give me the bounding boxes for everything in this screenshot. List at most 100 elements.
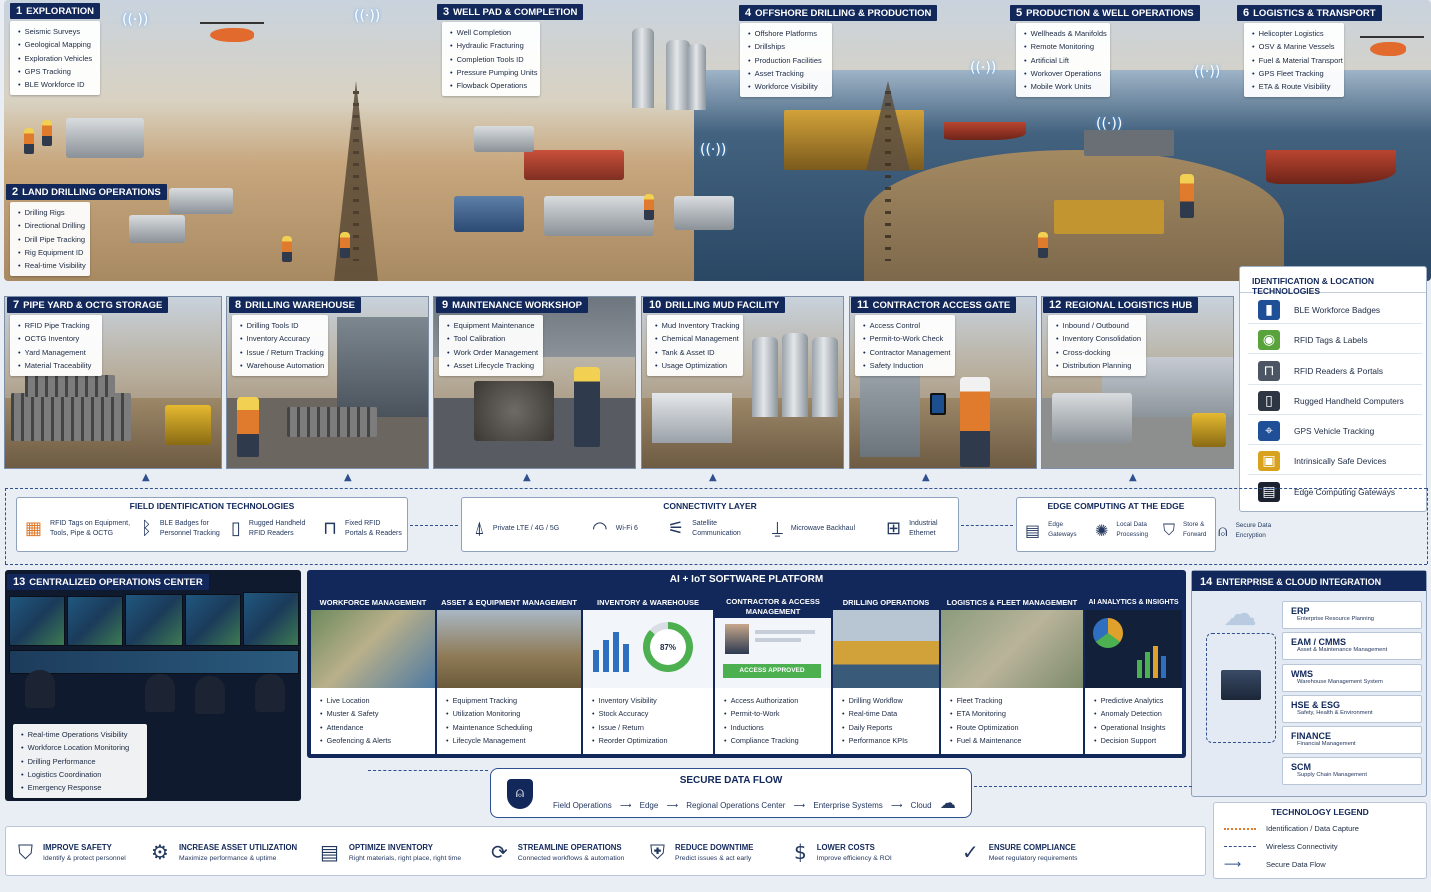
gear-icon: ⚙ bbox=[151, 840, 169, 864]
id-card-thumbnail: ACCESS APPROVED bbox=[715, 618, 831, 688]
section-6-list: Helicopter LogisticsOSV & Marine Vessels… bbox=[1244, 23, 1344, 98]
equipment-thumbnail bbox=[437, 610, 581, 688]
id-tech-item: ▯ Rugged Handheld Computers bbox=[1248, 388, 1422, 415]
edge-title: EDGE COMPUTING AT THE EDGE bbox=[1047, 501, 1185, 511]
module-drilling-ops[interactable]: DRILLING OPERATIONS Drilling WorkflowRea… bbox=[833, 594, 939, 754]
section-13-list: Real-time Operations VisibilityWorkforce… bbox=[13, 724, 147, 799]
safety-icon: ⛉ bbox=[18, 840, 33, 864]
operator bbox=[255, 674, 285, 712]
video-wall-screen bbox=[185, 594, 241, 646]
enterprise-cloud: 14 ENTERPRISE & CLOUD INTEGRATION ☁ ERP En… bbox=[1191, 570, 1427, 797]
secure-flow-steps: Field Operations ⟶ Edge ⟶ Regional Opera… bbox=[553, 793, 956, 812]
up-arrow-icon: ▲ bbox=[142, 472, 150, 483]
worker bbox=[24, 128, 34, 154]
module-workforce[interactable]: WORKFORCE MANAGEMENT Live LocationMuster… bbox=[311, 594, 435, 754]
system-hse[interactable]: HSE & ESG Safety, Health & Environment bbox=[1282, 695, 1422, 723]
section-9-list: Equipment MaintenanceTool CalibrationWor… bbox=[439, 315, 543, 377]
connectivity-item: ⍋ Private LTE / 4G / 5G bbox=[474, 518, 560, 539]
section-2-header: 2 LAND DRILLING OPERATIONS bbox=[6, 184, 167, 200]
gauge-value: 87% bbox=[650, 629, 686, 665]
worker bbox=[282, 236, 292, 262]
id-tech-item: ◉ RFID Tags & Labels bbox=[1248, 327, 1422, 354]
id-tech-item: ⊓ RFID Readers & Portals bbox=[1248, 358, 1422, 385]
section-9-header: 9 MAINTENANCE WORKSHOP bbox=[436, 297, 588, 313]
rfid-tag-icon: ◉ bbox=[1258, 330, 1280, 350]
server-icon bbox=[1221, 670, 1261, 700]
section-4-header: 4 OFFSHORE DRILLING & PRODUCTION bbox=[739, 5, 938, 21]
system-erp[interactable]: ERP Enterprise Resource Planning bbox=[1282, 601, 1422, 629]
edge-item: ⍝ Secure Data Encryption bbox=[1218, 521, 1272, 540]
field-id-title: FIELD IDENTIFICATION TECHNOLOGIES bbox=[129, 501, 295, 511]
cloud-stack: ☁ bbox=[1206, 594, 1276, 743]
wifi-signal-icon: ((·)) bbox=[970, 60, 997, 76]
section-6-header: 6 LOGISTICS & TRANSPORT bbox=[1237, 5, 1382, 21]
arrow-right-icon: ⟶ bbox=[619, 801, 632, 810]
cell-tower-icon: ⍋ bbox=[474, 518, 485, 539]
connector-line bbox=[5, 488, 6, 564]
module-ai-analytics[interactable]: AI ANALYTICS & INSIGHTS Predictive Analy… bbox=[1085, 594, 1182, 754]
oilfield-scene: ((·)) ((·)) ((·)) ((·)) ((·)) ((·)) bbox=[4, 0, 1431, 281]
badge-icon: ▮ bbox=[1258, 300, 1280, 320]
section-2-list: Drilling RigsDirectional DrillingDrill P… bbox=[10, 202, 90, 277]
section-5-list: Wellheads & ManifoldsRemote MonitoringAr… bbox=[1016, 23, 1110, 98]
map-thumbnail bbox=[311, 610, 435, 688]
rig-trailer bbox=[129, 215, 185, 243]
system-wms[interactable]: WMS Warehouse Management System bbox=[1282, 664, 1422, 692]
up-arrow-icon: ▲ bbox=[1129, 472, 1137, 483]
bluetooth-icon: ᛒ bbox=[141, 518, 152, 539]
legend-title: TECHNOLOGY LEGEND bbox=[1271, 807, 1369, 817]
dashed-line-swatch bbox=[1224, 846, 1256, 847]
arrow-swatch-icon: ⟶ bbox=[1224, 857, 1242, 871]
section-7-list: RFID Pipe TrackingOCTG InventoryYard Man… bbox=[10, 315, 102, 377]
video-wall-screen bbox=[67, 596, 123, 646]
shield-icon: ⛨ bbox=[650, 840, 665, 864]
section-7-header: 7 PIPE YARD & OCTG STORAGE bbox=[7, 297, 169, 313]
satellite-icon: ⚟ bbox=[668, 518, 685, 539]
wifi-signal-icon: ((·)) bbox=[1194, 64, 1221, 80]
system-finance[interactable]: FINANCE Financial Management bbox=[1282, 726, 1422, 754]
module-logistics-fleet[interactable]: LOGISTICS & FLEET MANAGEMENT Fleet Track… bbox=[941, 594, 1083, 754]
helicopter bbox=[1360, 36, 1424, 56]
access-approved-badge: ACCESS APPROVED bbox=[723, 664, 821, 678]
chip-icon: ✺ bbox=[1095, 520, 1109, 540]
module-asset-equipment[interactable]: ASSET & EQUIPMENT MANAGEMENT Equipment T… bbox=[437, 594, 581, 754]
pumping-truck bbox=[524, 150, 624, 180]
storage-tank bbox=[688, 44, 706, 110]
connectivity-bus bbox=[5, 488, 1427, 489]
arrow-right-icon: ⟶ bbox=[666, 801, 679, 810]
wifi-signal-icon: ((·)) bbox=[354, 8, 381, 24]
microwave-icon: ⍊ bbox=[772, 518, 783, 539]
equipment-trailer bbox=[544, 196, 654, 236]
secure-flow-title: SECURE DATA FLOW bbox=[679, 775, 783, 786]
up-arrow-icon: ▲ bbox=[922, 472, 930, 483]
dashboard-thumbnail: 87% bbox=[583, 610, 713, 688]
wifi-signal-icon: ((·)) bbox=[122, 12, 149, 28]
dollar-icon: $ bbox=[794, 840, 807, 864]
flow-step: Enterprise Systems bbox=[813, 801, 883, 810]
remote-platform bbox=[1084, 130, 1174, 156]
section-11-list: Access ControlPermit-to-Work CheckContra… bbox=[855, 315, 955, 377]
platform-title: AI + IoT SOFTWARE PLATFORM bbox=[669, 574, 824, 585]
supply-vessel bbox=[944, 122, 1026, 140]
benefit-item: ✓ ENSURE COMPLIANCE Meet regulatory requir… bbox=[962, 840, 1078, 864]
section-3-header: 3 WELL PAD & COMPLETION bbox=[437, 4, 584, 20]
system-scm[interactable]: SCM Supply Chain Management bbox=[1282, 757, 1422, 785]
module-contractor-access[interactable]: CONTRACTOR & ACCESS MANAGEMENT ACCESS AP… bbox=[715, 594, 831, 754]
section-10-list: Mud Inventory TrackingChemical Managemen… bbox=[647, 315, 743, 377]
cycle-icon: ⟳ bbox=[491, 840, 508, 864]
technology-legend: TECHNOLOGY LEGEND Identification / Data … bbox=[1213, 802, 1427, 879]
video-wall-screen bbox=[243, 592, 299, 646]
section-13-header: 13 CENTRALIZED OPERATIONS CENTER bbox=[7, 574, 209, 590]
section-11-header: 11 CONTRACTOR ACCESS GATE bbox=[851, 297, 1017, 313]
benefit-item: ⛨ REDUCE DOWNTIME Predict issues & act ear… bbox=[650, 840, 754, 864]
cloud-icon: ☁ bbox=[939, 793, 956, 812]
helicopter bbox=[200, 22, 264, 42]
system-eam[interactable]: EAM / CMMS Asset & Maintenance Management bbox=[1282, 632, 1422, 660]
connectivity-item: ◠ Wi-Fi 6 bbox=[592, 518, 638, 539]
connectivity-item: ⍊ Microwave Backhaul bbox=[772, 518, 856, 539]
video-wall-strip bbox=[9, 650, 299, 674]
benefit-item: ⛉ IMPROVE SAFETY Identify & protect person… bbox=[18, 840, 126, 864]
connectivity-item: ⚟ Satellite Communication bbox=[668, 518, 741, 539]
module-inventory[interactable]: INVENTORY & WAREHOUSE 87% Inventory Visi… bbox=[583, 594, 713, 754]
check-shield-icon: ✓ bbox=[962, 840, 979, 864]
